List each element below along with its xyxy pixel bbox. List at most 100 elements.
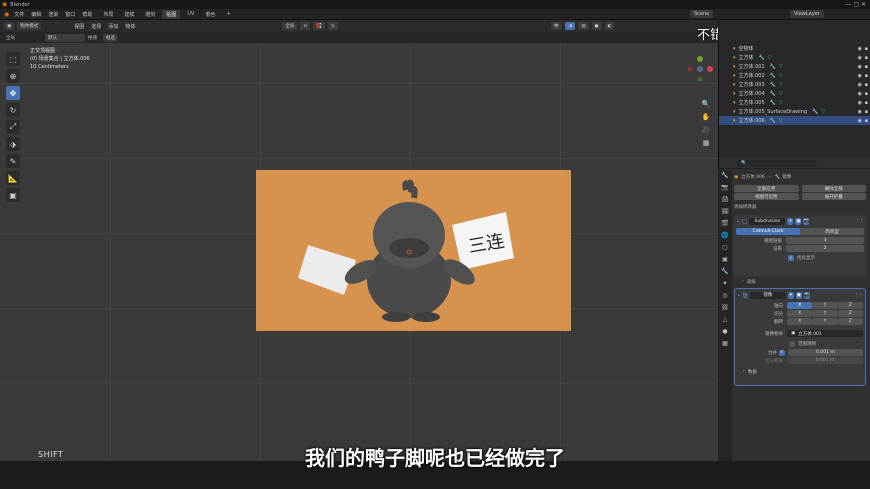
- render-camera-icon[interactable]: ▪: [865, 91, 868, 97]
- view-layer-tab-icon[interactable]: 🖼: [720, 208, 730, 218]
- menu-add[interactable]: 添加: [108, 23, 118, 30]
- levels-viewport-field[interactable]: 3: [786, 237, 864, 244]
- camera-view-icon[interactable]: 🎥: [701, 126, 711, 136]
- zoom-icon[interactable]: 🔍: [701, 100, 711, 110]
- output-tab-icon[interactable]: 🖨: [720, 196, 730, 206]
- orientation-selector[interactable]: 全局: [282, 22, 298, 30]
- outliner-item[interactable]: ▾ 立方体 🔧 ▽ ◉ ▪: [719, 53, 870, 62]
- mesh-data-icon[interactable]: ▽: [821, 109, 825, 115]
- render-tab-icon[interactable]: 📷: [720, 184, 730, 194]
- move-tool-icon[interactable]: ✥: [6, 86, 20, 100]
- visibility-eye-icon[interactable]: ◉: [858, 55, 862, 61]
- render-camera-icon[interactable]: ▪: [865, 100, 868, 106]
- menu-view[interactable]: 视图: [74, 23, 84, 30]
- transform-tool-icon[interactable]: ⬗: [6, 137, 20, 151]
- world-tab-icon[interactable]: 🌐: [720, 232, 730, 242]
- panel-collapse-icon[interactable]: ⌄: [736, 219, 740, 224]
- shading-solid-icon[interactable]: ●: [591, 22, 602, 30]
- gizmo-neg-y-axis[interactable]: [697, 76, 703, 82]
- catmull-clark-button[interactable]: Catmull-Clark: [736, 228, 800, 235]
- menu-edit[interactable]: 编辑: [31, 11, 41, 18]
- perspective-grid-icon[interactable]: ▦: [701, 139, 711, 149]
- render-levels-field[interactable]: 2: [786, 245, 864, 252]
- modifier-menu-icon[interactable]: ⋮⋮: [854, 293, 863, 298]
- flip-x-toggle[interactable]: X: [787, 318, 813, 325]
- modifier-icon[interactable]: 🔧: [770, 118, 776, 124]
- render-camera-icon[interactable]: ▪: [865, 109, 868, 115]
- flip-z-toggle[interactable]: Z: [837, 318, 863, 325]
- add-cube-tool-icon[interactable]: ▣: [6, 188, 20, 202]
- mirror-object-field[interactable]: ▣ 立方体.001: [787, 330, 863, 337]
- mesh-data-icon[interactable]: ▽: [779, 118, 783, 124]
- realtime-toggle-icon[interactable]: ▣: [795, 217, 802, 225]
- snap-icon[interactable]: 🧲: [313, 22, 325, 30]
- constraints-tab-icon[interactable]: ⛓: [720, 304, 730, 314]
- modifier-menu-icon[interactable]: ⋮⋮: [855, 219, 864, 224]
- workspace-tab-layout[interactable]: 布局: [99, 10, 117, 19]
- outliner-item[interactable]: ▾ 立方体.005_SurfaceDrawing 🔧 ▽ ◉ ▪: [719, 107, 870, 116]
- advanced-subpanel[interactable]: › 高级: [734, 277, 866, 286]
- annotate-tool-icon[interactable]: ✎: [6, 154, 20, 168]
- blender-menu-icon[interactable]: ◉: [4, 11, 9, 18]
- render-camera-icon[interactable]: ▪: [865, 55, 868, 61]
- mesh-data-icon[interactable]: ▽: [779, 100, 783, 106]
- axis-y-toggle[interactable]: Y: [812, 302, 838, 309]
- optimal-display-checkbox[interactable]: ✓: [788, 255, 794, 261]
- scale-tool-icon[interactable]: ⤢: [6, 120, 20, 134]
- default-selector[interactable]: 默认: [45, 33, 85, 42]
- merge-distance-field[interactable]: 0.001 m: [788, 349, 863, 356]
- modifier-icon[interactable]: 🔧: [770, 73, 776, 79]
- workspace-tab-shading[interactable]: 着色: [201, 10, 219, 19]
- modifier-icon[interactable]: 🔧: [770, 91, 776, 97]
- select-tool-icon[interactable]: ⬚: [6, 52, 20, 66]
- render-camera-icon[interactable]: ▪: [865, 118, 868, 124]
- measure-tool-icon[interactable]: 📐: [6, 171, 20, 185]
- menu-select[interactable]: 选择: [91, 23, 101, 30]
- pivot-icon[interactable]: ⊙: [300, 22, 311, 30]
- panel-collapse-icon[interactable]: ⌄: [737, 293, 741, 298]
- reference-canvas[interactable]: 三连: [256, 170, 571, 331]
- outliner-item[interactable]: ▾ 立方体.005 🔧 ▽ ◉ ▪: [719, 98, 870, 107]
- object-tab-icon[interactable]: ▣: [720, 256, 730, 266]
- tool-tab-icon[interactable]: 🔧: [720, 172, 730, 182]
- clipping-checkbox[interactable]: [789, 341, 795, 347]
- render-camera-icon[interactable]: ▪: [865, 73, 868, 79]
- workspace-tab-sculpt[interactable]: 雕刻: [141, 10, 159, 19]
- modifier-icon[interactable]: 🔧: [812, 109, 818, 115]
- menu-render[interactable]: 渲染: [48, 11, 58, 18]
- mode-selector[interactable]: 物体模式: [17, 22, 42, 30]
- menu-object[interactable]: 物体: [125, 23, 135, 30]
- visibility-eye-icon[interactable]: ◉: [858, 91, 862, 97]
- apply-all-button[interactable]: 全部应用: [734, 185, 799, 192]
- texture-tab-icon[interactable]: ▦: [720, 340, 730, 350]
- outliner-item[interactable]: ▾ 立方体.004 🔧 ▽ ◉ ▪: [719, 89, 870, 98]
- modifier-tab-icon[interactable]: 🔧: [720, 268, 730, 278]
- axis-z-toggle[interactable]: Z: [837, 302, 863, 309]
- outliner-item[interactable]: ▾ 立方体.001 🔧 ▽ ◉ ▪: [719, 62, 870, 71]
- modifier-icon[interactable]: 🔧: [770, 64, 776, 70]
- xray-icon[interactable]: ▤: [578, 22, 589, 30]
- axis-x-toggle[interactable]: X: [787, 302, 813, 309]
- modifier-icon[interactable]: 🔧: [770, 82, 776, 88]
- menu-help[interactable]: 帮助: [82, 11, 92, 18]
- render-toggle-icon[interactable]: 📷: [803, 217, 810, 225]
- outliner-item[interactable]: ▾ 立方体.003 🔧 ▽ ◉ ▪: [719, 80, 870, 89]
- workspace-tab-modeling[interactable]: 建模: [120, 10, 138, 19]
- navigation-gizmo[interactable]: [686, 55, 714, 83]
- mesh-data-icon[interactable]: ▽: [779, 73, 783, 79]
- render-camera-icon[interactable]: ▪: [865, 46, 868, 52]
- mesh-data-icon[interactable]: ▽: [768, 55, 772, 61]
- viewport-visibility-button[interactable]: 视图可见性: [734, 193, 799, 200]
- shading-material-icon[interactable]: ◐: [604, 22, 615, 30]
- outliner-item[interactable]: ▾ 空物体 ◉ ▪: [719, 44, 870, 53]
- editmode-toggle-icon[interactable]: ▾: [787, 291, 794, 299]
- realtime-toggle-icon[interactable]: ▣: [795, 291, 802, 299]
- rotate-tool-icon[interactable]: ↻: [6, 103, 20, 117]
- flip-y-toggle[interactable]: Y: [812, 318, 838, 325]
- modifier-icon[interactable]: 🔧: [759, 55, 765, 61]
- subdivision-name-field[interactable]: Subdivision: [749, 217, 786, 225]
- render-toggle-icon[interactable]: 📷: [803, 291, 810, 299]
- workspace-add-tab[interactable]: +: [223, 10, 235, 18]
- properties-search-input[interactable]: 🔍: [737, 159, 817, 167]
- window-controls[interactable]: — ▢ ✕: [845, 1, 866, 8]
